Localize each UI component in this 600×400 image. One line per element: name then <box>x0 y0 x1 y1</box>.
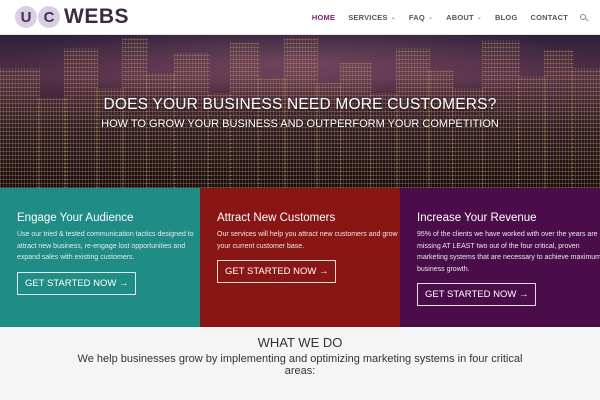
feature-title: Increase Your Revenue <box>417 212 537 224</box>
nav-home-label: HOME <box>311 13 336 22</box>
nav-blog-label: BLOG <box>495 13 518 22</box>
what-we-do-section: WHAT WE DO We help businesses grow by im… <box>0 327 600 400</box>
site-header: U C WEBS HOME SERVICES ⌄ FAQ ⌄ ABOUT ⌄ BLOG… <box>0 0 600 35</box>
chevron-down-icon: ⌄ <box>390 15 396 21</box>
logo-wordmark: WEBS <box>64 5 129 28</box>
nav-blog[interactable]: BLOG <box>495 13 517 22</box>
nav-faq-label: FAQ <box>408 13 425 22</box>
feature-text: Use our tried & tested communication tac… <box>17 231 194 261</box>
nav-contact[interactable]: CONTACT <box>530 13 568 22</box>
section-title: WHAT WE DO <box>257 335 343 350</box>
logo-letter-u: U <box>15 6 37 28</box>
get-started-button[interactable]: GET STARTED NOW → <box>217 260 337 283</box>
nav-about[interactable]: ABOUT ⌄ <box>446 13 482 22</box>
feature-text: Our services will help you attract new c… <box>217 231 398 250</box>
feature-engage: Engage Your Audience Use our tried & tes… <box>0 188 200 327</box>
chevron-down-icon: ⌄ <box>476 15 483 21</box>
hero-title: DOES YOUR BUSINESS NEED MORE CUSTOMERS? <box>103 96 497 113</box>
get-started-button[interactable]: GET STARTED NOW → <box>17 271 137 295</box>
section-text: We help businesses grow by implementing … <box>77 353 523 377</box>
feature-title: Engage Your Audience <box>17 212 134 224</box>
search-icon[interactable] <box>580 13 589 22</box>
main-nav: HOME SERVICES ⌄ FAQ ⌄ ABOUT ⌄ BLOG CONTACT <box>299 0 589 35</box>
hero-subtitle: HOW TO GROW YOUR BUSINESS AND OUTPERFORM… <box>101 118 499 130</box>
nav-faq[interactable]: FAQ ⌄ <box>409 13 433 22</box>
logo-letter-c: C <box>38 6 60 28</box>
feature-attract: Attract New Customers Our services will … <box>200 188 400 327</box>
feature-increase: Increase Your Revenue 95% of the clients… <box>400 188 600 327</box>
nav-services[interactable]: SERVICES ⌄ <box>348 13 396 22</box>
nav-about-label: ABOUT <box>446 13 474 22</box>
nav-contact-label: CONTACT <box>530 13 568 22</box>
nav-home[interactable]: HOME <box>312 13 335 22</box>
site-logo[interactable]: U C WEBS <box>15 5 129 29</box>
get-started-button[interactable]: GET STARTED NOW → <box>417 283 537 306</box>
feature-text: 95% of the clients we have worked with o… <box>417 231 600 273</box>
chevron-down-icon: ⌄ <box>427 15 434 21</box>
nav-services-label: SERVICES <box>348 13 388 22</box>
hero-banner: DOES YOUR BUSINESS NEED MORE CUSTOMERS? … <box>0 35 600 188</box>
feature-title: Attract New Customers <box>217 212 336 224</box>
